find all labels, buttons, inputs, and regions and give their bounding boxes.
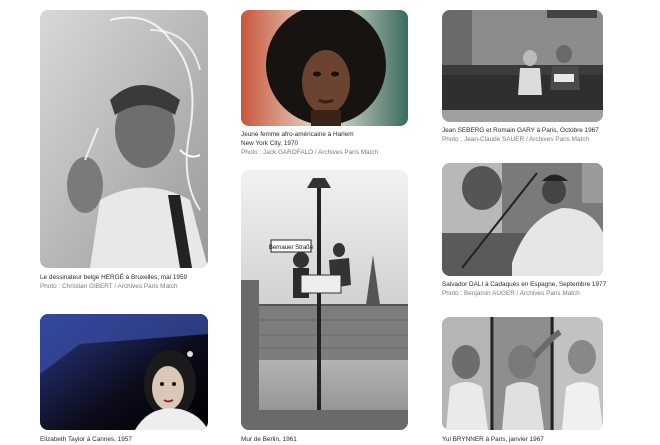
photo-harlem[interactable] <box>241 10 408 126</box>
photo-portrait-drawing-icon <box>40 10 208 268</box>
caption-title: Salvador DALI à Cadaqués en Espagne, Sep… <box>442 281 607 288</box>
caption-credit: Photo : Jean-Claude SAUER / Archives Par… <box>442 135 590 143</box>
photo-dali-icon <box>442 163 603 276</box>
caption-seberg: Jean SEBERG et Romain GARY à Paris, Octo… <box>442 127 599 145</box>
street-sign-text: Bernauer Straße <box>269 245 314 251</box>
caption-brynner: Yul BRYNNER à Paris, janvier 1967 <box>442 436 544 445</box>
photo-couple-sofa-icon <box>442 10 603 122</box>
caption-title: Mur de Berlin, 1961 <box>241 436 297 443</box>
caption-credit: Photo : Benjamin AUGER / Archives Paris … <box>442 289 580 297</box>
photo-dali[interactable] <box>442 163 603 276</box>
caption-title: Jeune femme afro-américaine à Harlem <box>241 131 354 138</box>
caption-credit: Photo : Christian GIBERT / Archives Pari… <box>40 282 178 290</box>
photo-elizabeth-taylor-icon <box>40 314 208 430</box>
caption-title: Elizabeth Taylor à Cannes, 1957 <box>40 436 132 443</box>
photo-berlin-wall-icon: Bernauer Straße <box>241 170 408 430</box>
caption-taylor: Elizabeth Taylor à Cannes, 1957 <box>40 436 132 445</box>
photo-portrait-afro-icon <box>241 10 408 126</box>
caption-title: Yul BRYNNER à Paris, janvier 1967 <box>442 436 544 443</box>
caption-title-line2: New York City, 1970 <box>241 139 299 147</box>
photo-herge[interactable] <box>40 10 208 268</box>
photo-taylor[interactable] <box>40 314 208 430</box>
caption-harlem: Jeune femme afro-américaine à Harlem New… <box>241 131 378 157</box>
caption-title: Jean SEBERG et Romain GARY à Paris, Octo… <box>442 127 599 134</box>
photo-berlin[interactable]: Bernauer Straße <box>241 170 408 430</box>
photo-brynner[interactable] <box>442 317 603 430</box>
caption-herge: Le dessinateur belge HERGÉ à Bruxelles, … <box>40 274 187 292</box>
photo-seberg[interactable] <box>442 10 603 122</box>
caption-title: Le dessinateur belge HERGÉ à Bruxelles, … <box>40 274 188 281</box>
caption-dali: Salvador DALI à Cadaqués en Espagne, Sep… <box>442 281 606 299</box>
caption-berlin: Mur de Berlin, 1961 <box>241 436 297 445</box>
caption-credit: Photo : Jack GAROFALO / Archives Paris M… <box>241 148 379 156</box>
photo-yul-brynner-icon <box>442 317 603 430</box>
